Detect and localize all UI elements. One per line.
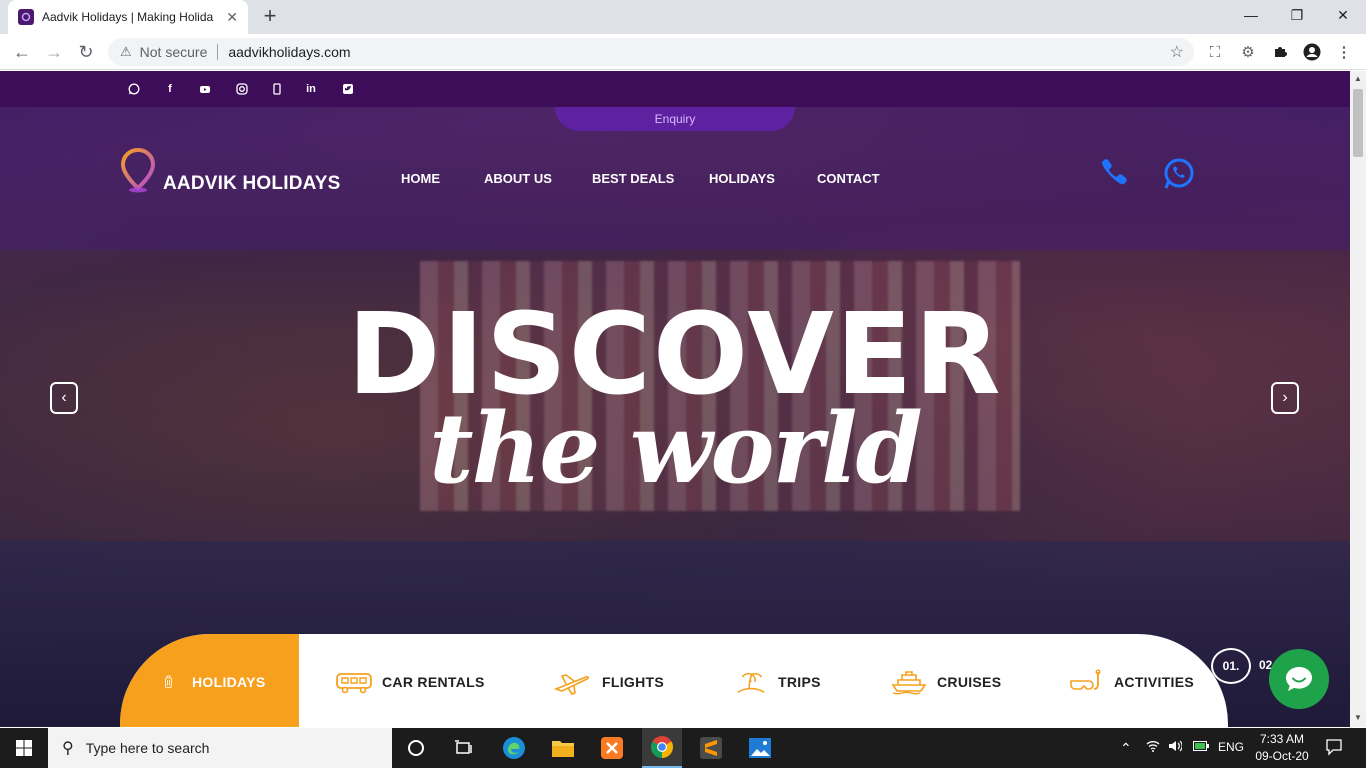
url-text[interactable]: aadvikholidays.com [228, 44, 350, 60]
brand-name[interactable]: AADVIK HOLIDAYS [163, 173, 341, 195]
whatsapp-contact-icon[interactable] [1162, 157, 1195, 190]
system-clock[interactable]: 7:33 AM 09-Oct-20 [1254, 731, 1310, 765]
chat-icon [1286, 667, 1312, 691]
photos-icon[interactable] [746, 734, 774, 762]
twitter-icon[interactable] [341, 82, 355, 96]
edge-icon[interactable] [500, 734, 528, 762]
minimize-icon[interactable]: — [1228, 0, 1274, 30]
page-scrollbar[interactable]: ▲ ▼ [1350, 71, 1366, 727]
booking-tabs: HOLIDAYS CAR RENTALS FLIGHTS TRIPS CRUIS… [120, 634, 1228, 727]
linkedin-icon[interactable]: in [304, 82, 318, 96]
slider-next-button[interactable]: › [1271, 382, 1299, 414]
notifications-icon[interactable] [1325, 738, 1343, 759]
logo-pin-icon[interactable] [120, 148, 156, 194]
new-tab-button[interactable]: + [258, 5, 282, 29]
address-bar[interactable]: ⚠ Not secure aadvikholidays.com ☆ [108, 38, 1194, 66]
task-view-icon[interactable] [450, 734, 478, 762]
browser-tab[interactable]: Aadvik Holidays | Making Holida ✕ [8, 0, 248, 34]
tab-label: FLIGHTS [602, 674, 664, 690]
profile-icon[interactable] [1302, 42, 1322, 62]
plane-icon [553, 674, 589, 695]
tab-label: ACTIVITIES [1114, 674, 1195, 690]
show-hidden-icons[interactable]: ⌃ [1120, 740, 1132, 757]
tab-label: CRUISES [937, 674, 1002, 690]
battery-icon[interactable] [1193, 740, 1209, 754]
slider-prev-button[interactable]: ‹ [50, 382, 78, 414]
social-bar: f in [0, 71, 1350, 107]
warning-icon[interactable]: ⚠ [120, 44, 132, 60]
tab-label: CAR RENTALS [382, 674, 485, 690]
phone-icon[interactable] [1097, 157, 1129, 189]
sublime-text-icon[interactable] [697, 734, 725, 762]
chat-widget-button[interactable] [1269, 649, 1329, 709]
site-favicon-icon [18, 9, 34, 25]
taskbar-search-input[interactable]: ⚲ Type here to search [48, 728, 392, 768]
wifi-icon[interactable] [1146, 740, 1160, 755]
search-icon: ⚲ [62, 740, 74, 757]
enquiry-button[interactable]: Enquiry [555, 107, 795, 131]
windows-logo-icon [16, 740, 32, 756]
extension-gear-icon[interactable]: ⚙ [1238, 42, 1258, 62]
clock-time: 7:33 AM [1259, 732, 1305, 746]
menu-dots-icon[interactable]: ⋮ [1334, 42, 1354, 62]
nav-contact[interactable]: CONTACT [817, 171, 880, 186]
tab-car-rentals[interactable]: CAR RENTALS [336, 669, 485, 695]
island-icon [737, 672, 765, 694]
tab-trips[interactable]: TRIPS [734, 669, 821, 695]
nav-best-deals[interactable]: BEST DEALS [592, 171, 674, 186]
page-viewport: f in Enquiry AADVIK HOLIDAYS HOME ABOUT … [0, 71, 1350, 727]
clock-date: 09-Oct-20 [1255, 749, 1309, 763]
tab-title: Aadvik Holidays | Making Holida [42, 10, 214, 24]
tab-cruises[interactable]: CRUISES [891, 669, 1001, 695]
scroll-up-icon[interactable]: ▲ [1353, 74, 1363, 84]
volume-icon[interactable] [1168, 740, 1183, 755]
youtube-icon[interactable] [198, 82, 212, 96]
extensions-puzzle-icon[interactable] [1270, 42, 1290, 62]
tab-activities[interactable]: ACTIVITIES [1068, 669, 1194, 695]
xampp-icon[interactable] [598, 734, 626, 762]
divider [217, 44, 219, 60]
language-indicator[interactable]: ENG [1218, 740, 1244, 754]
restore-icon[interactable]: ❐ [1274, 0, 1320, 30]
back-icon[interactable]: ← [10, 40, 34, 64]
nav-about-us[interactable]: ABOUT US [484, 171, 552, 186]
start-button[interactable] [0, 728, 48, 768]
luggage-icon [165, 675, 172, 688]
tab-holidays[interactable]: HOLIDAYS [164, 669, 265, 695]
nav-home[interactable]: HOME [401, 171, 440, 186]
tab-close-icon[interactable]: ✕ [226, 9, 238, 26]
file-explorer-icon[interactable] [549, 734, 577, 762]
hero-subtitle: the world [429, 392, 922, 505]
tab-label: HOLIDAYS [192, 674, 266, 690]
snorkel-icon [1070, 669, 1101, 690]
forward-icon[interactable]: → [42, 40, 66, 64]
ship-icon [891, 671, 927, 695]
search-placeholder: Type here to search [85, 740, 210, 756]
browser-toolbar: ← → ↻ ⚠ Not secure aadvikholidays.com ☆ … [0, 34, 1366, 70]
scroll-down-icon[interactable]: ▼ [1353, 713, 1363, 723]
facebook-icon[interactable]: f [163, 82, 177, 96]
bus-icon [336, 673, 372, 694]
instagram-icon[interactable] [235, 82, 249, 96]
close-icon[interactable]: ✕ [1320, 0, 1366, 30]
browser-tab-strip: Aadvik Holidays | Making Holida ✕ + — ❐ … [0, 0, 1366, 34]
cortana-icon[interactable] [402, 734, 430, 762]
bookmark-star-icon[interactable]: ☆ [1170, 42, 1184, 62]
chrome-icon[interactable] [642, 728, 682, 768]
tab-flights[interactable]: FLIGHTS [552, 669, 664, 695]
mobile-icon[interactable] [270, 82, 284, 96]
security-label[interactable]: Not secure [140, 44, 208, 60]
whatsapp-icon[interactable] [127, 82, 141, 96]
reload-icon[interactable]: ↻ [74, 40, 98, 64]
screenshot-icon[interactable]: ⛶ [1205, 42, 1225, 62]
windows-taskbar: ⚲ Type here to search ⌃ ENG 7:33 AM 09-O… [0, 728, 1366, 768]
scroll-thumb[interactable] [1353, 89, 1363, 157]
slide-counter-current[interactable]: 01. [1211, 648, 1251, 684]
tab-label: TRIPS [778, 674, 821, 690]
nav-holidays[interactable]: HOLIDAYS [709, 171, 775, 186]
